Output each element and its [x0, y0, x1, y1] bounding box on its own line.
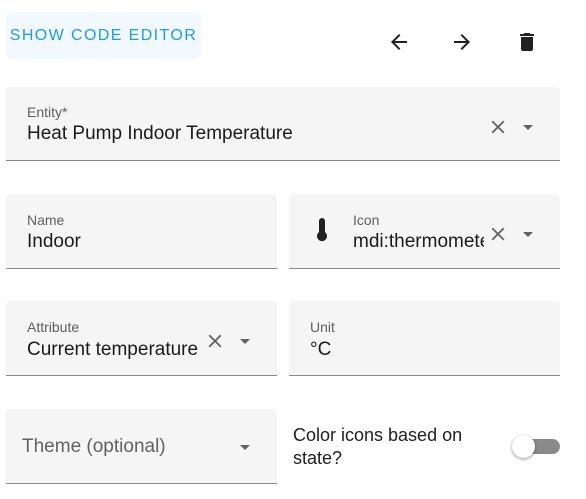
icon-value: mdi:thermometer [353, 231, 484, 252]
arrow-left-icon[interactable] [384, 27, 414, 57]
name-value: Indoor [27, 231, 81, 252]
attribute-field[interactable]: Attribute Current temperature [6, 301, 277, 376]
chevron-down-icon[interactable] [516, 115, 540, 139]
entity-row-editor: SHOW CODE EDITOR Entity* Heat Pump Indoo… [0, 0, 586, 499]
unit-field[interactable]: Unit °C [289, 301, 560, 376]
chevron-down-icon[interactable] [516, 222, 540, 246]
theme-label: Theme (optional) [22, 436, 166, 457]
clear-icon[interactable] [486, 222, 510, 246]
thermometer-icon [310, 216, 334, 249]
attribute-value: Current temperature [27, 339, 199, 360]
entity-label: Entity* [27, 104, 68, 120]
name-field[interactable]: Name Indoor [6, 194, 277, 269]
color-icons-switch-label: Color icons based on state? [293, 425, 463, 468]
unit-label: Unit [310, 319, 335, 335]
clear-icon[interactable] [486, 115, 510, 139]
theme-select[interactable]: Theme (optional) [6, 409, 277, 484]
chevron-down-icon[interactable] [233, 435, 257, 459]
switch-knob [512, 435, 535, 458]
attribute-label: Attribute [27, 319, 80, 335]
entity-value: Heat Pump Indoor Temperature [27, 123, 293, 144]
clear-icon[interactable] [203, 329, 227, 353]
entity-field[interactable]: Entity* Heat Pump Indoor Temperature [6, 87, 560, 161]
arrow-right-icon[interactable] [447, 27, 477, 57]
unit-value: °C [310, 339, 332, 360]
icon-field[interactable]: Icon mdi:thermometer [289, 194, 560, 269]
show-code-editor-button[interactable]: SHOW CODE EDITOR [6, 12, 201, 59]
color-icons-switch[interactable] [511, 432, 561, 460]
name-label: Name [27, 212, 65, 228]
icon-label: Icon [353, 212, 380, 228]
trash-icon[interactable] [512, 27, 542, 57]
chevron-down-icon[interactable] [233, 329, 257, 353]
